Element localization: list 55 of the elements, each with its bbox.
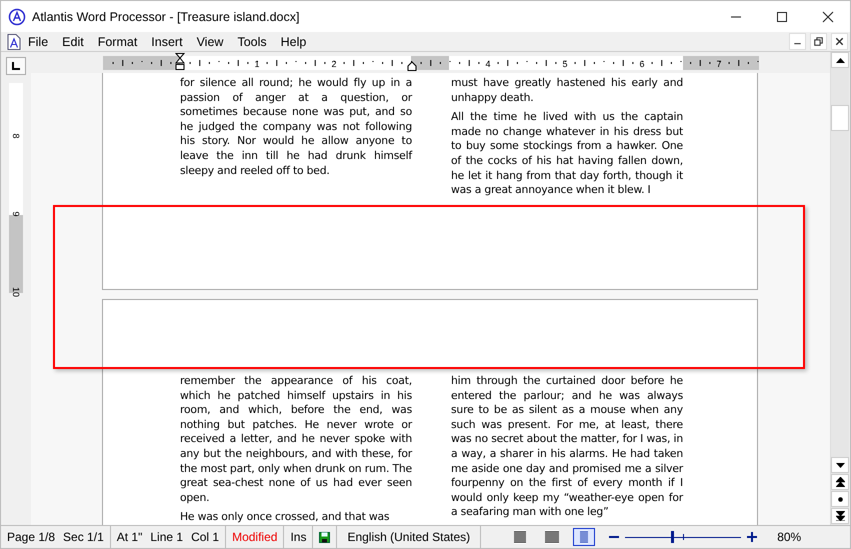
paragraph: He was only once crossed, and that was xyxy=(180,510,390,525)
dot-icon xyxy=(838,496,842,502)
paragraph: him through the curtained door before he entered the parlour; and he was always sure to be as silent as a mouse when any such was present. For me, at least, there was no secret about the matter, for I was, in a way, a sharer in his alarms. He had taken me aside one day and promised me a silver fourpenny on the first of every month if I would only keep my “weather-eye open for a seafaring man with one leg” xyxy=(451,374,683,520)
maximize-icon[interactable] xyxy=(776,10,788,22)
tab-stop-button[interactable] xyxy=(6,57,26,75)
position-indicator: At 1" xyxy=(116,530,142,544)
position-indicator: Col 1 xyxy=(191,530,220,544)
up-arrow-icon xyxy=(836,58,844,62)
menu-item[interactable]: File xyxy=(21,34,56,48)
left-tab-icon xyxy=(12,62,20,70)
section-indicator: Sec 1/1 xyxy=(63,530,104,544)
double-down-arrow-icon xyxy=(836,511,844,521)
page-indicator: Page 1/8 xyxy=(7,530,56,544)
window-title: Atlantis Word Processor - [Treasure island.docx] xyxy=(32,10,300,24)
position-indicator: Line 1 xyxy=(150,530,184,544)
paragraph: must have greatly hastened his early and unhappy death. xyxy=(451,76,683,106)
paragraph: for silence all round; he would fly up in a passion of anger at a question, or sometimes because none was put, and so he judged the company was not following his story. Nor would he allow anyone to leave the inn till he had drunk himself sleepy and reeled off to bed. xyxy=(180,76,412,178)
save-icon[interactable] xyxy=(319,532,330,542)
indent-marker-icon[interactable] xyxy=(407,61,417,71)
scroll-down-button[interactable] xyxy=(831,457,849,473)
insert-mode-indicator: Ins xyxy=(290,530,306,544)
view-mode-button[interactable] xyxy=(573,528,596,546)
zoom-level: 80% xyxy=(777,530,802,544)
app-logo-icon xyxy=(8,8,26,26)
previous-page-button[interactable] xyxy=(831,474,849,490)
ruler-number: 6 xyxy=(640,59,644,69)
zoom-in-icon[interactable] xyxy=(747,532,758,542)
language-indicator[interactable]: English (United States) xyxy=(347,530,470,544)
next-page-button[interactable] xyxy=(831,508,849,524)
modified-indicator: Modified xyxy=(232,530,278,544)
paragraph: All the time he lived with us the captain made no change whatever in his dress but to buy some stockings from a hawker. One of the cocks of his hat having fallen down, he let it hang from that day forth, though it was a great annoyance when it blew. I xyxy=(451,110,683,198)
ruler-number: 5 xyxy=(562,59,568,69)
menu-item[interactable]: Help xyxy=(274,34,314,48)
down-arrow-icon xyxy=(836,462,844,468)
scrollbar-thumb[interactable] xyxy=(831,105,849,131)
paragraph: remember the appearance of his coat, which he patched himself upstairs in his room, and which, before the end, was nothing but patches. He never wrote or received a letter, and he never spoke with any but the neighbours, and with these, for the most part, only when drunk on rum. The great sea-chest none of us had ever seen open. xyxy=(180,374,412,506)
ruler-number: 10 xyxy=(11,286,21,298)
document-icon[interactable] xyxy=(7,34,21,50)
menu-item[interactable]: View xyxy=(190,34,230,48)
lines-icon xyxy=(513,531,528,543)
indent-marker-icon[interactable] xyxy=(175,53,185,73)
close-icon[interactable] xyxy=(822,10,834,22)
scroll-up-button[interactable] xyxy=(831,52,849,68)
double-up-arrow-icon xyxy=(836,477,844,487)
browse-object-button[interactable] xyxy=(831,491,849,507)
menu-item[interactable]: Insert xyxy=(144,34,190,48)
zoom-slider[interactable] xyxy=(625,531,742,543)
ruler-margin-shading xyxy=(411,56,449,70)
restore-icon[interactable] xyxy=(810,33,827,50)
lines-icon xyxy=(545,531,560,543)
menu-item[interactable]: Tools xyxy=(230,34,274,48)
ruler-number: 8 xyxy=(11,132,21,140)
ruler-number: 9 xyxy=(11,210,21,218)
menu-item[interactable]: Edit xyxy=(55,34,91,48)
menu-item[interactable]: Format xyxy=(90,34,144,48)
